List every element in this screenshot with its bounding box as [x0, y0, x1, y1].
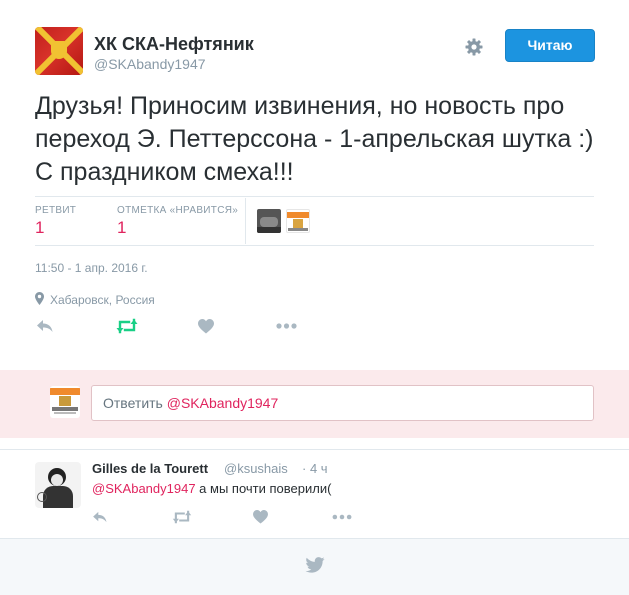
divider [35, 245, 594, 246]
heart-icon[interactable] [198, 319, 214, 334]
tweet-text: Друзья! Приносим извинения, но новость п… [35, 92, 594, 186]
retweet-icon[interactable] [172, 510, 192, 524]
reply-time-separator: · [302, 461, 307, 476]
divider [35, 196, 594, 197]
reply-author-avatar[interactable] [35, 462, 81, 508]
retweeter-avatar[interactable] [286, 209, 310, 233]
reply-input-mention: @SKAbandy1947 [166, 395, 279, 411]
retweet-icon[interactable] [116, 318, 138, 334]
liker-avatar[interactable] [257, 209, 281, 233]
more-icon[interactable] [276, 323, 297, 329]
author-avatar[interactable] [35, 27, 83, 75]
likes-label[interactable]: ОТМЕТКА «НРАВИТСЯ» [117, 205, 238, 216]
reply-mention[interactable]: @SKAbandy1947 [92, 481, 196, 496]
reply-input-prefix: Ответить [103, 395, 163, 411]
reply-icon[interactable] [36, 319, 54, 333]
follow-button[interactable]: Читаю [505, 29, 595, 62]
reply-author-handle[interactable]: @ksushais [224, 461, 288, 476]
reply-body: а мы почти поверили( [195, 481, 332, 496]
retweets-label[interactable]: РЕТВИТ [35, 205, 76, 216]
reply-input[interactable]: Ответить @SKAbandy1947 [91, 385, 594, 421]
stats-divider [245, 198, 246, 244]
twitter-bird-icon[interactable] [305, 557, 325, 578]
more-icon[interactable] [332, 514, 352, 520]
tweet-location[interactable]: Хабаровск, Россия [50, 293, 155, 307]
location-pin-icon [35, 292, 44, 305]
reply-author-name[interactable]: Gilles de la Tourett [92, 461, 208, 476]
reply-time[interactable]: · 4 ч [302, 461, 328, 476]
author-display-name[interactable]: ХК СКА-Нефтяник [94, 34, 254, 55]
heart-icon[interactable] [253, 510, 268, 524]
reply-text: @SKAbandy1947 а мы почти поверили( [92, 481, 331, 496]
reply-time-value: 4 ч [309, 461, 328, 476]
gear-icon[interactable] [464, 37, 484, 57]
divider [0, 449, 629, 450]
author-handle[interactable]: @SKAbandy1947 [94, 56, 206, 72]
retweets-count[interactable]: 1 [35, 218, 44, 238]
likes-count[interactable]: 1 [117, 218, 126, 238]
tweet-timestamp[interactable]: 11:50 - 1 апр. 2016 г. [35, 261, 148, 275]
reply-icon[interactable] [92, 511, 108, 523]
user-avatar[interactable] [50, 386, 80, 418]
